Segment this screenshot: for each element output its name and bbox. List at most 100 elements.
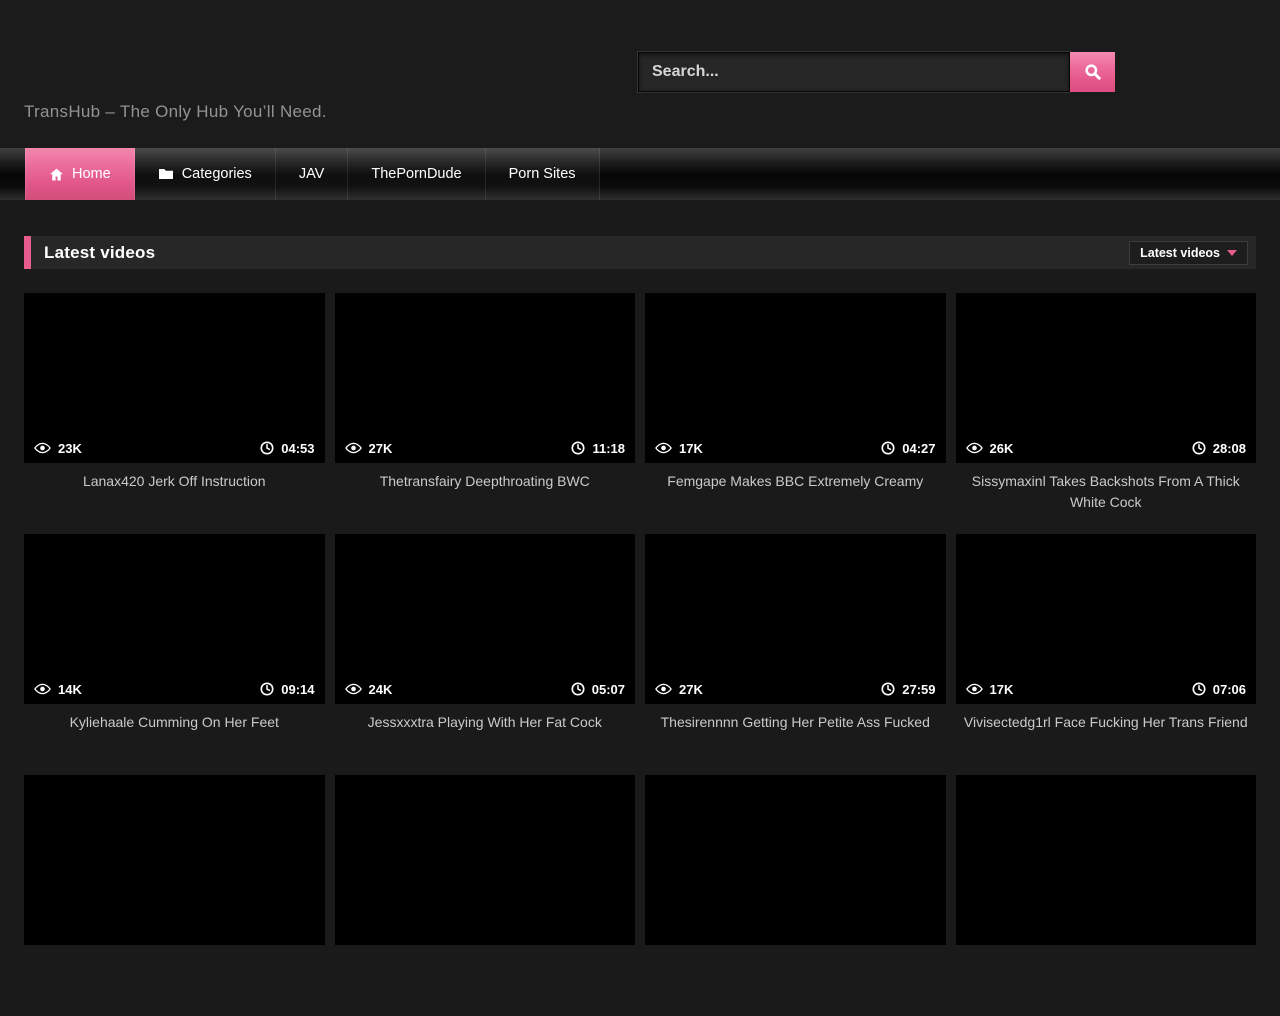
eye-icon <box>655 683 672 695</box>
video-title: Vivisectedg1rl Face Fucking Her Trans Fr… <box>956 704 1257 733</box>
home-icon <box>49 167 64 182</box>
video-card[interactable]: 17K 04:27 Femgape Makes BBC Extremely Cr… <box>645 293 946 534</box>
video-views: 23K <box>34 441 82 456</box>
video-views-count: 14K <box>58 682 82 697</box>
video-views-count: 17K <box>679 441 703 456</box>
section-title: Latest videos <box>44 243 155 263</box>
video-thumbnail[interactable] <box>645 775 946 945</box>
clock-icon <box>260 441 274 455</box>
video-duration-value: 04:53 <box>281 441 314 456</box>
video-card[interactable]: 14K 09:14 Kyliehaale Cumming On Her Feet <box>24 534 325 775</box>
nav-item-porn-sites[interactable]: Porn Sites <box>486 148 600 200</box>
video-card-partial[interactable] <box>956 775 1257 1016</box>
video-thumbnail[interactable]: 27K 11:18 <box>335 293 636 463</box>
clock-icon <box>571 682 585 696</box>
video-thumbnail[interactable]: 17K 04:27 <box>645 293 946 463</box>
video-views-count: 23K <box>58 441 82 456</box>
video-meta-bar: 23K 04:53 <box>24 433 325 463</box>
video-title: Jessxxxtra Playing With Her Fat Cock <box>335 704 636 733</box>
video-thumbnail[interactable]: 26K 28:08 <box>956 293 1257 463</box>
search-button[interactable] <box>1070 52 1115 92</box>
video-title: Thesirennnn Getting Her Petite Ass Fucke… <box>645 704 946 733</box>
video-meta-bar: 14K 09:14 <box>24 674 325 704</box>
clock-icon <box>881 682 895 696</box>
video-card-partial[interactable] <box>24 775 325 1016</box>
video-duration-value: 05:07 <box>592 682 625 697</box>
nav-item-label: JAV <box>299 166 325 182</box>
video-title: Femgape Makes BBC Extremely Creamy <box>645 463 946 492</box>
video-card[interactable]: 24K 05:07 Jessxxxtra Playing With Her Fa… <box>335 534 636 775</box>
video-thumbnail[interactable] <box>335 775 636 945</box>
video-duration: 04:27 <box>881 441 935 456</box>
video-duration: 28:08 <box>1192 441 1246 456</box>
video-thumbnail[interactable] <box>956 775 1257 945</box>
video-views: 24K <box>345 682 393 697</box>
eye-icon <box>655 442 672 454</box>
video-views-count: 24K <box>369 682 393 697</box>
nav-item-theporndude[interactable]: ThePornDude <box>348 148 485 200</box>
video-thumbnail[interactable] <box>24 775 325 945</box>
nav-item-label: ThePornDude <box>371 166 461 182</box>
video-title: Thetransfairy Deepthroating BWC <box>335 463 636 492</box>
eye-icon <box>966 442 983 454</box>
video-duration-value: 07:06 <box>1213 682 1246 697</box>
nav-item-categories[interactable]: Categories <box>135 148 276 200</box>
video-meta-bar: 27K 11:18 <box>335 433 636 463</box>
video-views-count: 26K <box>990 441 1014 456</box>
page-header: TransHub – The Only Hub You’ll Need. <box>0 0 1280 148</box>
video-thumbnail[interactable]: 23K 04:53 <box>24 293 325 463</box>
eye-icon <box>345 442 362 454</box>
clock-icon <box>571 441 585 455</box>
video-duration: 05:07 <box>571 682 625 697</box>
video-thumbnail[interactable]: 14K 09:14 <box>24 534 325 704</box>
video-meta-bar: 17K 07:06 <box>956 674 1257 704</box>
eye-icon <box>34 442 51 454</box>
nav-item-label: Home <box>72 166 111 182</box>
video-duration-value: 09:14 <box>281 682 314 697</box>
video-views: 17K <box>655 441 703 456</box>
folder-icon <box>158 167 174 181</box>
eye-icon <box>966 683 983 695</box>
magnifier-icon <box>1083 62 1103 82</box>
section-header: Latest videos Latest videos <box>24 236 1256 269</box>
nav-item-label: Categories <box>182 166 252 182</box>
nav-item-label: Porn Sites <box>509 166 576 182</box>
video-meta-bar: 24K 05:07 <box>335 674 636 704</box>
video-card-partial[interactable] <box>645 775 946 1016</box>
video-card[interactable]: 23K 04:53 Lanax420 Jerk Off Instruction <box>24 293 325 534</box>
video-views-count: 17K <box>990 682 1014 697</box>
video-thumbnail[interactable]: 17K 07:06 <box>956 534 1257 704</box>
video-duration-value: 04:27 <box>902 441 935 456</box>
site-tagline: TransHub – The Only Hub You’ll Need. <box>24 102 327 122</box>
video-meta-bar: 26K 28:08 <box>956 433 1257 463</box>
eye-icon <box>345 683 362 695</box>
video-duration: 07:06 <box>1192 682 1246 697</box>
video-card[interactable]: 27K 11:18 Thetransfairy Deepthroating BW… <box>335 293 636 534</box>
video-meta-bar: 17K 04:27 <box>645 433 946 463</box>
video-card[interactable]: 17K 07:06 Vivisectedg1rl Face Fucking He… <box>956 534 1257 775</box>
video-thumbnail[interactable]: 24K 05:07 <box>335 534 636 704</box>
search-input[interactable] <box>638 52 1070 92</box>
sort-dropdown-label: Latest videos <box>1140 246 1220 260</box>
video-meta-bar: 27K 27:59 <box>645 674 946 704</box>
video-grid: 23K 04:53 Lanax420 Jerk Off Instruction <box>24 293 1256 1016</box>
video-duration-value: 28:08 <box>1213 441 1246 456</box>
video-duration-value: 11:18 <box>592 441 625 456</box>
video-card[interactable]: 27K 27:59 Thesirennnn Getting Her Petite… <box>645 534 946 775</box>
video-views: 17K <box>966 682 1014 697</box>
main-content: Latest videos Latest videos 23K <box>0 236 1280 1016</box>
video-title: Sissymaxinl Takes Backshots From A Thick… <box>956 463 1257 513</box>
video-thumbnail[interactable]: 27K 27:59 <box>645 534 946 704</box>
video-card[interactable]: 26K 28:08 Sissymaxinl Takes Backshots Fr… <box>956 293 1257 534</box>
video-views: 26K <box>966 441 1014 456</box>
eye-icon <box>34 683 51 695</box>
video-card-partial[interactable] <box>335 775 636 1016</box>
nav-item-jav[interactable]: JAV <box>276 148 349 200</box>
video-views: 27K <box>655 682 703 697</box>
video-views-count: 27K <box>679 682 703 697</box>
clock-icon <box>260 682 274 696</box>
sort-dropdown[interactable]: Latest videos <box>1129 241 1248 265</box>
video-title: Kyliehaale Cumming On Her Feet <box>24 704 325 733</box>
clock-icon <box>1192 682 1206 696</box>
nav-item-home[interactable]: Home <box>25 148 135 200</box>
